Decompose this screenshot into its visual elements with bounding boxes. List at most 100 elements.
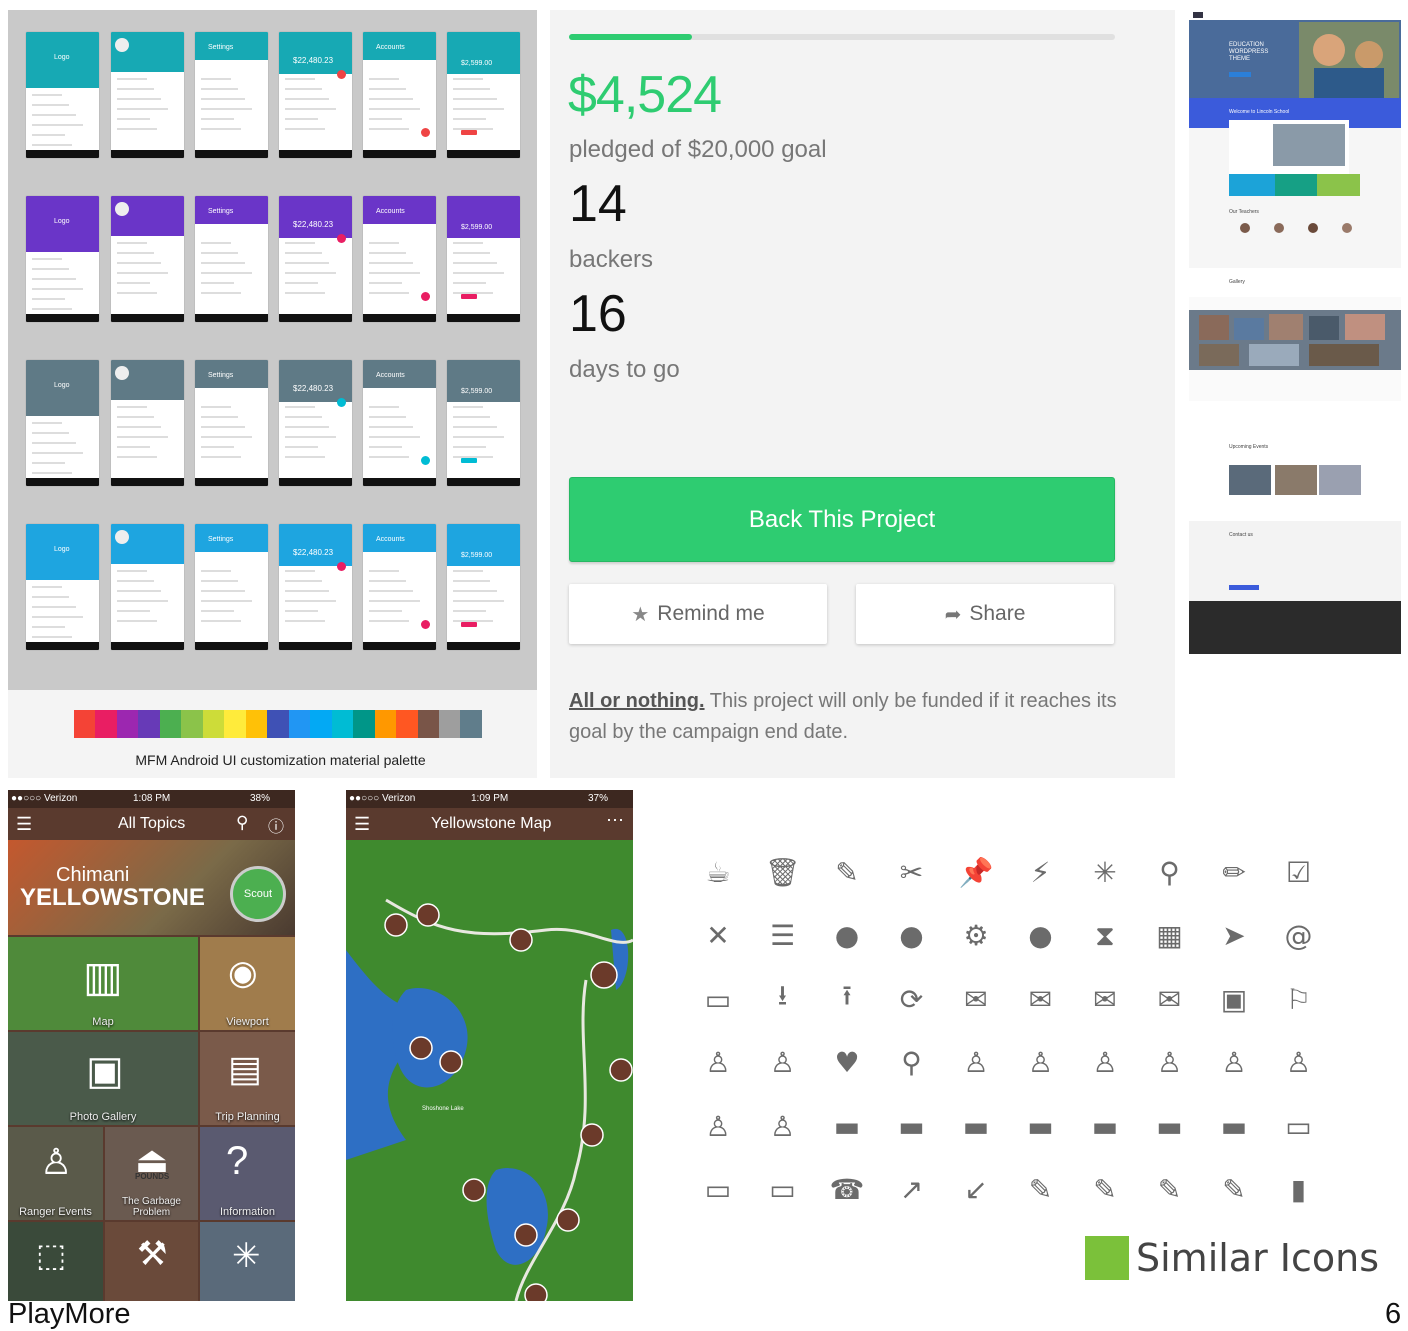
mockup-navbar: [279, 150, 352, 158]
trip-planning-tile[interactable]: ▤ Trip Planning: [200, 1032, 295, 1125]
add-user-icon: ♙: [963, 1046, 989, 1079]
mockup-fab: [461, 130, 477, 135]
mockup-list-line: [285, 88, 322, 90]
mockup-list-line: [453, 600, 504, 602]
male-icon: ♙: [769, 1046, 796, 1079]
search-icon[interactable]: ⚲: [236, 813, 248, 833]
mockup-navbar: [363, 314, 436, 322]
mockup-list-line: [285, 610, 318, 612]
share-button[interactable]: ➦ Share: [856, 584, 1114, 644]
mockup-list-line: [369, 292, 409, 294]
mockup-list-line: [369, 118, 402, 120]
viewport-tile[interactable]: ◉ Viewport: [200, 937, 295, 1030]
mockup-header: [447, 524, 520, 566]
park-map[interactable]: Shoshone Lake: [346, 840, 633, 1301]
mockup-title: Logo: [54, 218, 70, 225]
mail-clock-icon: ✉: [1157, 982, 1182, 1016]
battery-icon: ▮: [1290, 1173, 1307, 1206]
mockup-list-line: [32, 278, 76, 280]
mockup-list-line: [369, 128, 409, 130]
site-hero-text: EDUCATION WORDPRESS THEME: [1229, 42, 1269, 62]
nav-header: ☰ All Topics ⚲ ⓘ: [8, 808, 295, 840]
hamburger-menu-icon[interactable]: ☰: [354, 814, 370, 835]
scout-badge-icon[interactable]: Scout: [230, 866, 286, 922]
footer-left-label: PlayMore: [8, 1298, 131, 1330]
mockup-list-line: [285, 570, 315, 572]
mockup-list-line: [453, 272, 504, 274]
mockup-list-line: [285, 416, 322, 418]
mockup-list-line: [201, 118, 234, 120]
avatar: [115, 366, 129, 380]
mockup-list-line: [117, 282, 150, 284]
mockup-list-line: [32, 258, 62, 260]
mockup-list-line: [117, 128, 157, 130]
mockup-navbar: [447, 150, 520, 158]
share-label: Share: [969, 602, 1026, 625]
garbage-problem-tile[interactable]: ⏏ POUNDS The Garbage Problem: [105, 1127, 198, 1220]
mockup-list-line: [201, 416, 238, 418]
user-sync-icon: ♙: [1156, 1046, 1183, 1079]
mockup-list-line: [32, 268, 69, 270]
support-icon: ♙: [769, 1109, 796, 1143]
phone-off-icon: ✎: [1028, 1173, 1053, 1206]
photo-gallery-tile[interactable]: ▣ Photo Gallery: [8, 1032, 198, 1125]
geyser-tile[interactable]: ✳: [200, 1222, 295, 1301]
information-tile[interactable]: ? Information: [200, 1127, 295, 1220]
upload-icon: ⭱: [842, 979, 852, 1012]
mockup-navbar: [447, 642, 520, 650]
mockup-title: $2,599.00: [461, 60, 493, 67]
info-icon[interactable]: ⓘ: [268, 813, 284, 837]
phone-mockup: Settings: [195, 196, 268, 322]
color-swatch: [353, 710, 375, 738]
hamburger-menu-icon[interactable]: ☰: [16, 814, 32, 835]
mockup-fab: [337, 234, 346, 243]
phone-mockup: Logo: [26, 196, 99, 322]
mockup-list-line: [32, 636, 72, 638]
color-swatch: [95, 710, 117, 738]
remove-user-icon: ♙: [1027, 1046, 1054, 1079]
mockup-list-line: [285, 406, 315, 408]
mockup-list-line: [201, 590, 245, 592]
phone-mockup: [111, 32, 184, 158]
all-or-nothing-link[interactable]: All or nothing.: [569, 690, 705, 712]
mockup-fab: [461, 294, 477, 299]
mockup-title: Logo: [54, 54, 70, 61]
avatar: [115, 530, 129, 544]
search-person-icon: ⚲: [901, 1046, 922, 1079]
remind-me-button[interactable]: ★ Remind me: [569, 584, 827, 644]
hiking-tile[interactable]: ⚒: [105, 1222, 198, 1301]
mockup-title: Settings: [208, 372, 234, 379]
vehicle-tile[interactable]: ⬚: [8, 1222, 103, 1301]
mockup-navbar: [195, 478, 268, 486]
nav-title: Yellowstone Map: [431, 815, 552, 832]
mockup-list-line: [285, 252, 322, 254]
inbox-icon: ✉: [1093, 982, 1117, 1016]
mockup-header: [279, 196, 352, 238]
more-options-icon[interactable]: ⋯: [606, 810, 624, 831]
chef-icon: ☕: [705, 855, 731, 889]
close-icon: ✕: [706, 919, 730, 952]
mockup-list-line: [453, 88, 490, 90]
mockup-list-line: [117, 98, 161, 100]
map-tile[interactable]: ▥ Map: [8, 937, 198, 1030]
trash-icon: 🗑: [764, 855, 801, 889]
mockup-title: Accounts: [376, 44, 405, 51]
mockup-list-line: [369, 620, 409, 622]
mockup-navbar: [111, 478, 184, 486]
mockup-list-line: [453, 446, 486, 448]
ranger-events-tile[interactable]: ♙ Ranger Events: [8, 1127, 103, 1220]
police-icon: ♙: [1285, 1046, 1312, 1079]
hiker-icon: ⚒: [137, 1235, 168, 1273]
mockup-list-line: [117, 600, 168, 602]
mockup-list-line: [369, 78, 399, 80]
mockup-navbar: [279, 478, 352, 486]
mockup-list-line: [201, 446, 234, 448]
mockup-list-line: [117, 446, 150, 448]
back-project-button[interactable]: Back This Project: [569, 477, 1115, 562]
photo-gallery-label: Photo Gallery: [69, 1111, 137, 1123]
phone-mockup: Logo: [26, 32, 99, 158]
color-swatch: [374, 710, 397, 738]
chef-person-icon: ♙: [705, 1109, 731, 1143]
checkbox-icon: ☑: [1285, 855, 1312, 889]
color-swatch: [267, 710, 289, 738]
